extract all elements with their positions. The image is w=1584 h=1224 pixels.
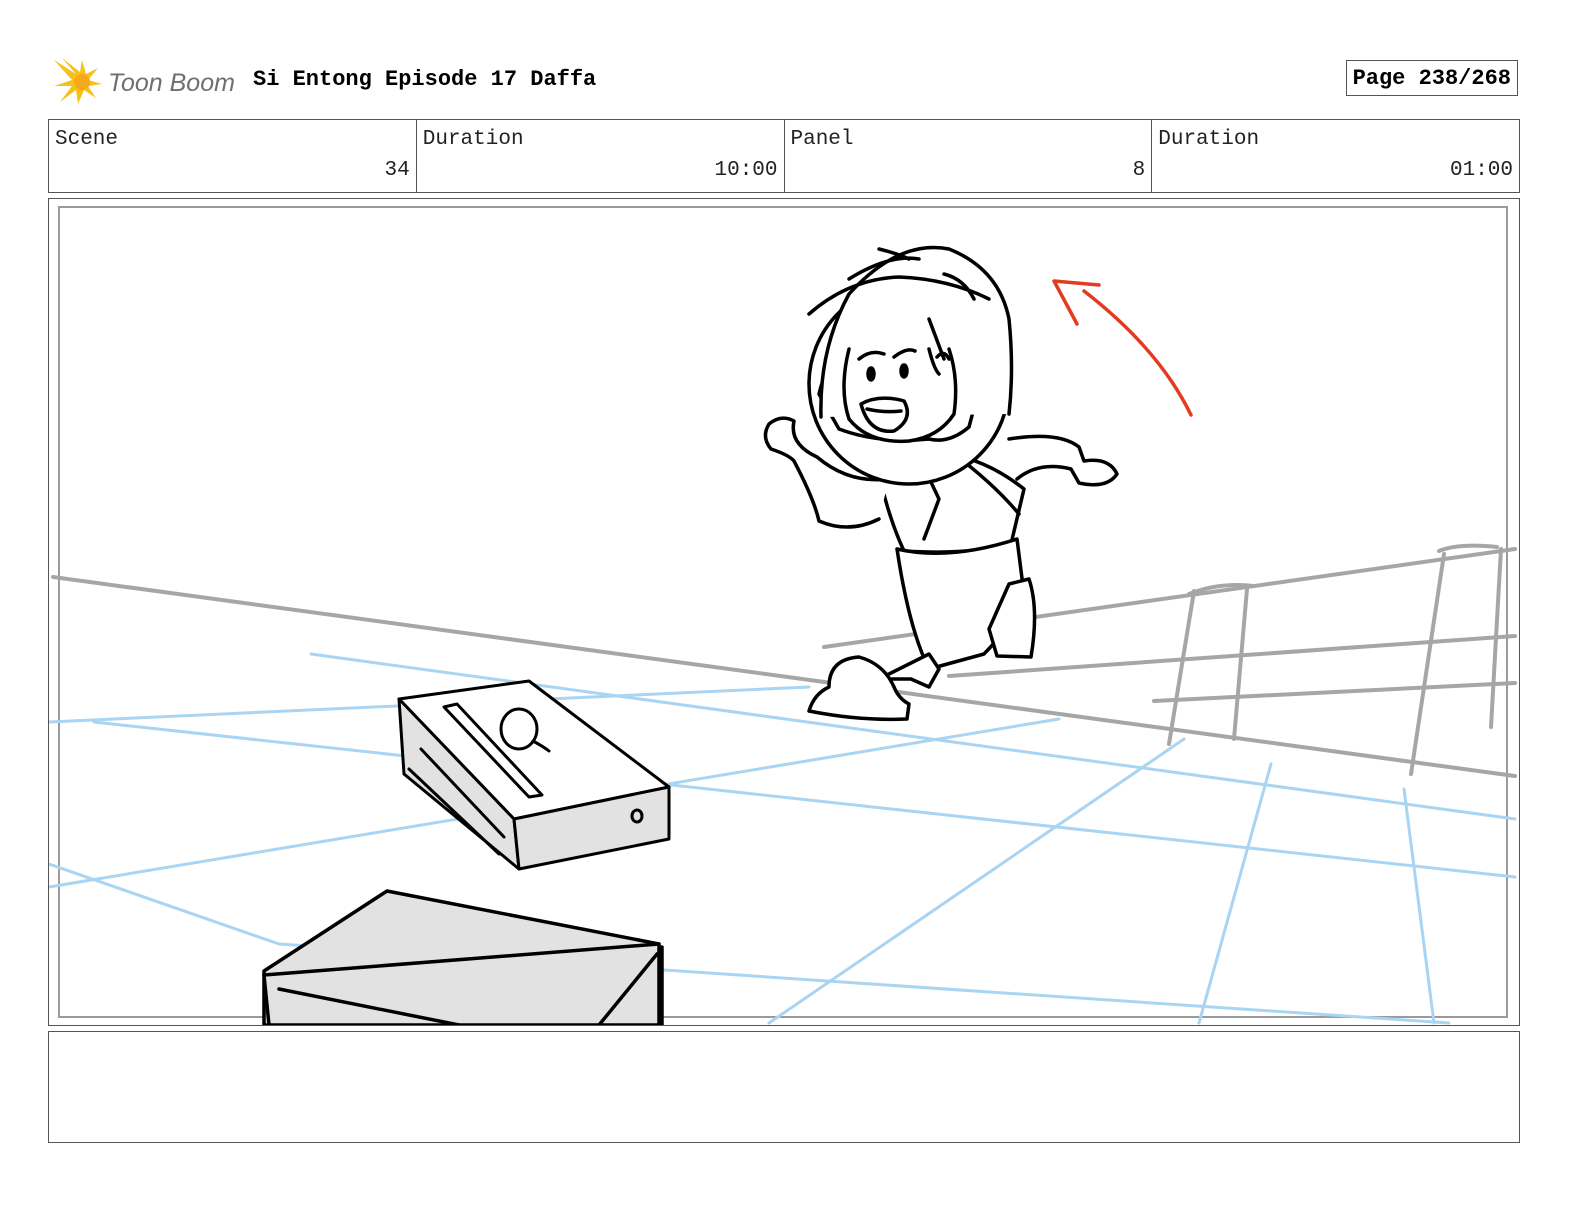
scene-label: Scene	[55, 128, 119, 151]
panel-label: Panel	[790, 128, 854, 151]
scene-duration-cell: Duration 10:00	[415, 120, 784, 192]
scene-duration-value: 10:00	[714, 159, 778, 182]
scene-duration-label: Duration	[422, 128, 524, 151]
toon-boom-logo: Toon Boom	[52, 56, 242, 108]
storyboard-panel	[48, 198, 1520, 1026]
panel-duration-label: Duration	[1158, 128, 1260, 151]
panel-value: 8	[1132, 159, 1146, 182]
toon-boom-logo-icon	[54, 58, 102, 104]
logo-text: Toon Boom	[108, 69, 235, 97]
page-number: Page 238/268	[1345, 60, 1518, 96]
safe-frame	[58, 206, 1508, 1018]
panel-duration-value: 01:00	[1449, 159, 1513, 182]
scene-value: 34	[384, 159, 410, 182]
stool-box	[397, 679, 671, 871]
direction-arrow-icon	[1052, 279, 1193, 417]
scene-cell: Scene 34	[49, 120, 416, 192]
panel-notes	[48, 1031, 1520, 1143]
running-character	[763, 245, 1119, 722]
table-box	[262, 889, 664, 1025]
panel-duration-cell: Duration 01:00	[1151, 120, 1519, 192]
document-title: Si Entong Episode 17 Daffa	[253, 67, 597, 92]
page-header: Toon Boom Si Entong Episode 17 Daffa Pag…	[48, 52, 1524, 108]
panel-cell: Panel 8	[783, 120, 1152, 192]
storyboard-sketch	[49, 206, 1517, 1025]
scene-info-bar: Scene 34 Duration 10:00 Panel 8 Duration…	[48, 119, 1520, 193]
